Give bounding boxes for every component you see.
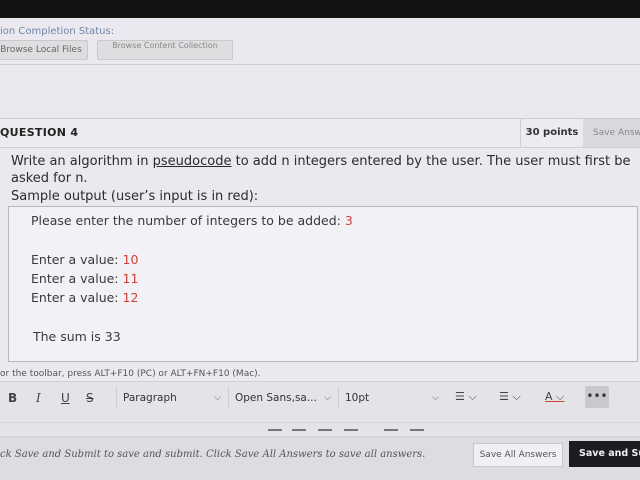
font-size-select[interactable]: 10pt ⌵ xyxy=(338,387,447,409)
numbered-list-icon[interactable]: ☰ ⌵ xyxy=(499,390,521,404)
font-family-select[interactable]: Open Sans,sa... ⌵ xyxy=(228,387,339,409)
value-line: Enter a value: 11 xyxy=(31,271,138,286)
strikethrough-button[interactable]: S xyxy=(86,389,94,407)
value-label: Enter a value: xyxy=(31,290,123,305)
editor-toolbar: B I U S Paragraph ⌵ Open Sans,sa... ⌵ 10… xyxy=(0,381,640,422)
align-icon[interactable] xyxy=(344,429,358,431)
save-answer-button[interactable]: Save Answer xyxy=(583,119,640,147)
assessment-page: ion Completion Status: Browse Local File… xyxy=(0,18,640,480)
browse-content-collection-button[interactable]: Browse Content Collection xyxy=(97,40,233,60)
footer-bar: ck Save and Submit to save and submit. C… xyxy=(0,436,640,480)
sample-output-box: Please enter the number of integers to b… xyxy=(8,206,638,362)
question-title: QUESTION 4 xyxy=(0,126,79,139)
save-all-answers-button[interactable]: Save All Answers xyxy=(473,443,563,467)
prompt-text: Please enter the number of integers to b… xyxy=(31,213,345,228)
paragraph-select[interactable]: Paragraph ⌵ xyxy=(116,387,229,409)
bold-button[interactable]: B xyxy=(8,389,17,407)
value-line: Enter a value: 10 xyxy=(31,252,138,267)
toolbar-row-2 xyxy=(0,422,640,435)
value-user-input: 10 xyxy=(122,252,139,267)
italic-button[interactable]: I xyxy=(36,389,41,407)
chevron-down-icon: ⌵ xyxy=(324,393,331,403)
paragraph-select-value: Paragraph xyxy=(123,392,177,404)
divider xyxy=(0,64,640,65)
toolbar-hint: or the toolbar, press ALT+F10 (PC) or AL… xyxy=(0,369,261,379)
sum-line: The sum is 33 xyxy=(33,329,121,344)
pseudocode-link[interactable]: pseudocode xyxy=(153,154,232,169)
align-icon[interactable] xyxy=(318,429,332,431)
font-family-select-value: Open Sans,sa... xyxy=(235,392,317,404)
align-icon[interactable] xyxy=(268,429,282,431)
question-text-before: Write an algorithm in xyxy=(11,154,153,169)
browse-local-files-button[interactable]: Browse Local Files xyxy=(0,40,88,60)
font-size-select-value: 10pt xyxy=(345,392,370,404)
align-icon[interactable] xyxy=(292,429,306,431)
save-and-submit-button[interactable]: Save and Submit xyxy=(569,441,640,467)
chevron-down-icon: ⌵ xyxy=(214,393,221,403)
value-user-input: 12 xyxy=(122,290,139,305)
text-color-icon[interactable]: A ⌵ xyxy=(545,390,564,404)
value-line: Enter a value: 12 xyxy=(31,290,138,305)
more-options-button[interactable]: ••• xyxy=(585,386,609,408)
prompt-user-input: 3 xyxy=(344,213,353,228)
underline-button[interactable]: U xyxy=(61,389,70,407)
chevron-down-icon: ⌵ xyxy=(432,393,439,403)
align-icon[interactable] xyxy=(384,429,398,431)
bullet-list-icon[interactable]: ☰ ⌵ xyxy=(455,390,477,404)
sample-output-label: Sample output (user’s input is in red): xyxy=(11,189,259,204)
value-user-input: 11 xyxy=(122,271,139,286)
footer-instruction: ck Save and Submit to save and submit. C… xyxy=(0,449,426,460)
completion-status-label: ion Completion Status: xyxy=(0,26,115,37)
align-icon[interactable] xyxy=(410,429,424,431)
value-label: Enter a value: xyxy=(31,271,123,286)
prompt-line: Please enter the number of integers to b… xyxy=(31,213,353,228)
question-text: Write an algorithm in pseudocode to add … xyxy=(11,153,639,187)
question-points: 30 points xyxy=(520,119,583,147)
question-header: QUESTION 4 30 points Save Answer xyxy=(0,118,640,148)
value-label: Enter a value: xyxy=(31,252,123,267)
